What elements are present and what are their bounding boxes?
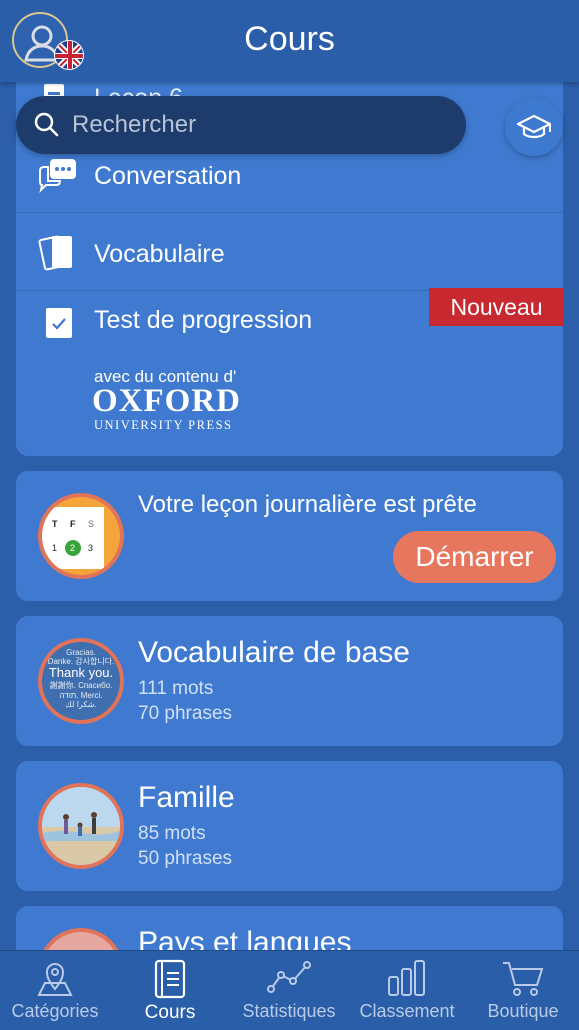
course-title: Pays et langues bbox=[138, 926, 352, 950]
search-icon bbox=[34, 112, 59, 137]
graduation-cap-icon bbox=[516, 114, 552, 139]
tab-courses[interactable]: Cours bbox=[115, 951, 225, 1030]
thumb-text: شكرا لك. bbox=[65, 699, 97, 709]
tab-label: Boutique bbox=[487, 1001, 559, 1021]
tab-categories[interactable]: Catégories bbox=[0, 951, 110, 1030]
tab-statistics[interactable]: Statistiques bbox=[230, 951, 348, 1030]
tab-bar: Catégories Cours Statistiques Classement bbox=[0, 950, 579, 1030]
daily-lesson-card[interactable]: T F S 1 2 3 Votre leçon journalière est … bbox=[16, 471, 563, 601]
search-input[interactable]: Rechercher bbox=[72, 111, 196, 139]
course-card-family[interactable]: Famille 85 mots 50 phrases bbox=[16, 761, 563, 891]
course-card-basic-vocabulary[interactable]: Gracias. Danke. 감사합니다. Thank you. 謝謝你. С… bbox=[16, 616, 563, 746]
calendar-day: F bbox=[70, 519, 76, 529]
thumb-text: Gracias. bbox=[66, 648, 96, 657]
thumb-text: 謝謝你. Спасибо. bbox=[49, 681, 113, 691]
graduation-cap-button[interactable] bbox=[505, 98, 563, 156]
tab-ranking[interactable]: Classement bbox=[352, 951, 462, 1030]
conversation-row[interactable]: Conversation bbox=[94, 162, 241, 191]
calendar-date: 1 bbox=[52, 543, 57, 553]
calendar-day: S bbox=[88, 519, 94, 529]
calendar-date: 3 bbox=[88, 543, 93, 553]
thumb-text: Thank you. bbox=[48, 665, 114, 681]
daily-lesson-title: Votre leçon journalière est prête bbox=[138, 491, 477, 518]
course-thumbnail bbox=[38, 928, 124, 950]
tab-label: Cours bbox=[144, 1002, 196, 1023]
calendar-date: 2 bbox=[70, 543, 75, 553]
family-photo-icon bbox=[42, 787, 120, 865]
course-word-count: 111 mots bbox=[138, 678, 214, 699]
tab-shop[interactable]: Boutique bbox=[470, 951, 576, 1030]
oxford-logo-sub: UNIVERSITY PRESS bbox=[94, 418, 233, 432]
divider bbox=[16, 212, 563, 213]
checkbox-icon bbox=[46, 308, 72, 338]
vocabulary-row[interactable]: Vocabulaire bbox=[94, 240, 225, 269]
course-thumbnail: Gracias. Danke. 감사합니다. Thank you. 謝謝你. С… bbox=[38, 638, 124, 724]
line-chart-icon bbox=[267, 961, 311, 993]
tab-label: Statistiques bbox=[242, 1001, 336, 1021]
course-thumbnail bbox=[38, 783, 124, 869]
course-title: Vocabulaire de base bbox=[138, 636, 410, 669]
course-phrase-count: 70 phrases bbox=[138, 703, 233, 724]
course-card-countries[interactable]: Pays et langues bbox=[16, 906, 563, 950]
tab-label: Catégories bbox=[11, 1001, 99, 1021]
flashcards-icon bbox=[38, 235, 72, 271]
course-word-count: 85 mots bbox=[138, 823, 206, 844]
calendar-icon: T F S 1 2 3 bbox=[42, 507, 104, 569]
new-badge: Nouveau bbox=[429, 288, 564, 326]
course-phrase-count: 50 phrases bbox=[138, 848, 233, 869]
top-bar: Cours bbox=[0, 0, 579, 82]
thumb-text: תודה. Merci. bbox=[59, 690, 103, 700]
page-title: Cours bbox=[244, 20, 335, 58]
book-icon bbox=[154, 959, 186, 999]
content-scroll[interactable]: Leçon 6 Conversation Vocabulaire Test de… bbox=[0, 82, 579, 950]
conversation-icon bbox=[39, 159, 76, 193]
bar-chart-icon bbox=[388, 960, 425, 996]
calendar-day: T bbox=[52, 519, 58, 529]
course-title: Famille bbox=[138, 781, 235, 814]
progress-test-row[interactable]: Test de progression bbox=[94, 306, 312, 335]
calendar-thumbnail: T F S 1 2 3 bbox=[38, 493, 124, 579]
tab-label: Classement bbox=[359, 1001, 455, 1021]
oxford-logo: OXFORD bbox=[92, 383, 241, 419]
search-bar[interactable]: Rechercher bbox=[16, 96, 466, 154]
map-icon bbox=[37, 963, 73, 996]
start-button[interactable]: Démarrer bbox=[393, 531, 556, 583]
cart-icon bbox=[503, 962, 544, 996]
